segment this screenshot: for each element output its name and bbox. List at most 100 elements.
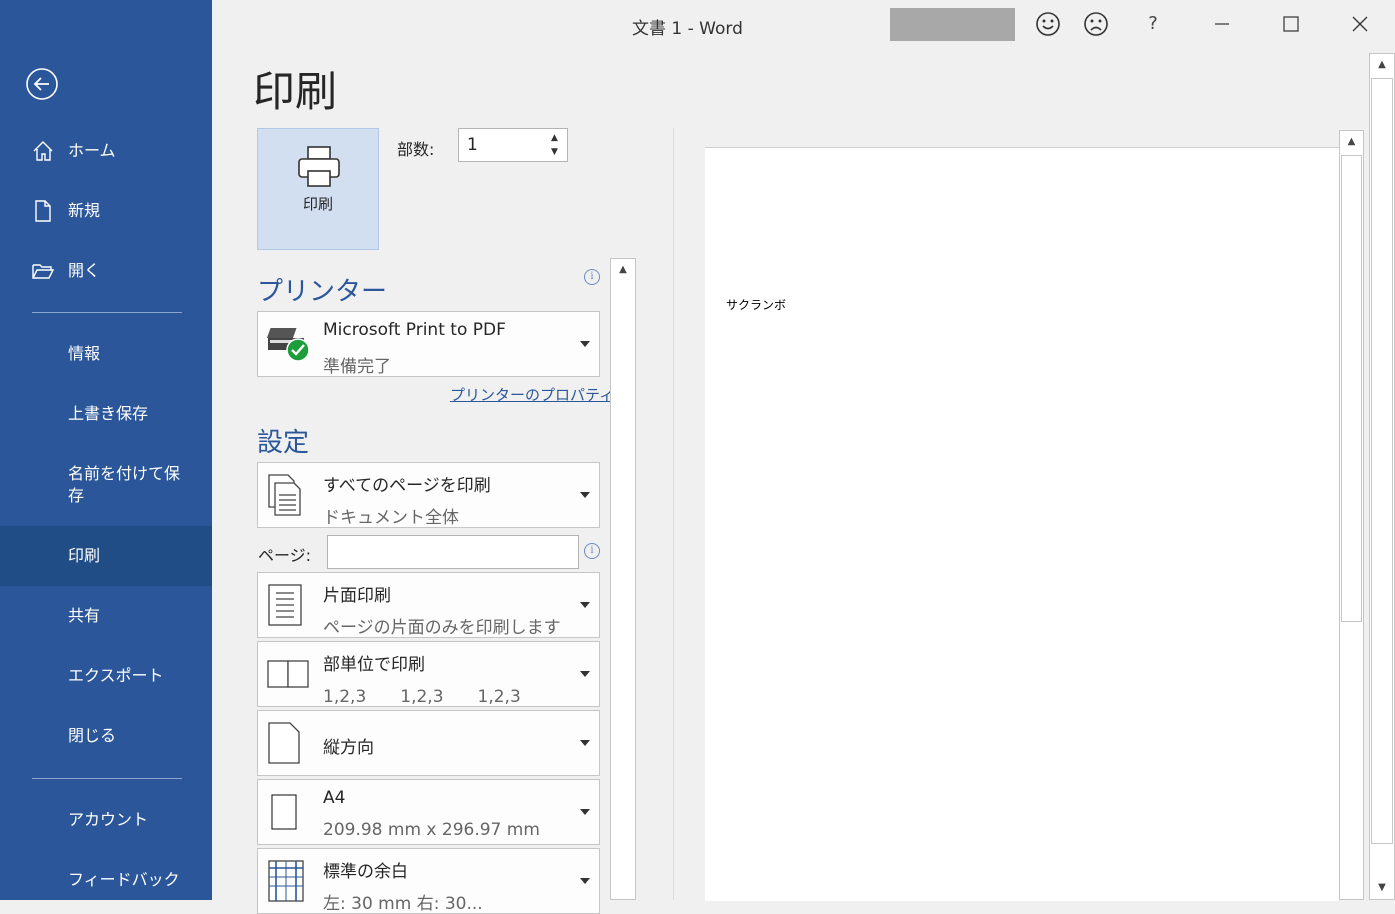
paper-size-dropdown[interactable]: A4 209.98 mm x 296.97 mm (257, 779, 600, 845)
sides-dropdown[interactable]: 片面印刷 ページの片面のみを印刷します (257, 572, 600, 638)
nav-share[interactable]: 共有 (0, 592, 212, 640)
nav-label: 情報 (68, 344, 101, 363)
nav-feedback[interactable]: フィードバック (0, 856, 212, 904)
nav-label: 開く (68, 261, 101, 280)
frown-icon[interactable] (1082, 10, 1110, 38)
copies-input[interactable]: 1 ▲ ▼ (458, 128, 568, 162)
nav-account[interactable]: アカウント (0, 796, 212, 844)
setting-title: 縦方向 (323, 738, 374, 758)
chevron-down-icon (580, 878, 590, 884)
page-title: 印刷 (253, 67, 338, 116)
printer-dropdown[interactable]: Microsoft Print to PDF 準備完了 (257, 311, 600, 377)
print-button[interactable]: 印刷 (257, 128, 379, 250)
chevron-down-icon (580, 341, 590, 347)
open-folder-icon (32, 264, 54, 279)
scroll-up-icon[interactable]: ▲ (611, 259, 635, 281)
setting-subtitle: 左: 30 mm 右: 30... (323, 894, 483, 914)
print-button-label: 印刷 (302, 195, 333, 213)
preview-text: サクランボ (726, 298, 787, 312)
scroll-up-icon[interactable]: ▲ (1340, 131, 1363, 153)
pages-input[interactable] (327, 535, 579, 569)
setting-subtitle: ドキュメント全体 (323, 508, 459, 528)
print-range-dropdown[interactable]: すべてのページを印刷 ドキュメント全体 (257, 462, 600, 528)
help-icon[interactable]: ? (1139, 10, 1167, 38)
new-document-icon (35, 200, 51, 222)
backstage-sidebar: ホーム 新規 開く 情報 上書き保存 名前を付けて保存 印刷 共有 エクスポート… (0, 0, 212, 900)
scroll-up-icon[interactable]: ▲ (1370, 54, 1394, 76)
printer-ready-icon (266, 328, 310, 362)
maximize-icon[interactable] (1277, 10, 1305, 38)
setting-subtitle: 209.98 mm x 296.97 mm (323, 820, 540, 840)
nav-open[interactable]: 開く (0, 247, 212, 295)
info-icon[interactable]: i (584, 543, 600, 559)
close-icon[interactable] (1346, 10, 1374, 38)
smile-icon[interactable] (1034, 10, 1062, 38)
info-icon[interactable]: i (584, 269, 600, 285)
printer-status: 準備完了 (323, 357, 391, 377)
printer-name: Microsoft Print to PDF (323, 320, 506, 340)
setting-title: 片面印刷 (323, 586, 391, 606)
printer-section-heading: プリンター (257, 277, 388, 307)
margins-dropdown[interactable]: 標準の余白 左: 30 mm 右: 30... (257, 848, 600, 914)
settings-scrollbar[interactable]: ▲ (610, 258, 636, 900)
nav-save[interactable]: 上書き保存 (0, 390, 212, 438)
scroll-thumb[interactable] (1341, 155, 1362, 622)
nav-label: 新規 (68, 201, 101, 220)
one-sided-icon (268, 584, 302, 626)
panel-divider (673, 128, 674, 900)
nav-label: エクスポート (68, 666, 164, 685)
setting-title: 標準の余白 (323, 862, 408, 882)
scroll-thumb[interactable] (1371, 78, 1393, 844)
printer-icon (298, 146, 340, 187)
spin-up-icon[interactable]: ▲ (551, 133, 563, 143)
chevron-down-icon (580, 671, 590, 677)
back-arrow-icon[interactable] (26, 68, 58, 100)
margins-icon (268, 860, 304, 902)
nav-home[interactable]: ホーム (0, 127, 212, 175)
setting-title: すべてのページを印刷 (323, 476, 491, 496)
orientation-dropdown[interactable]: 縦方向 (257, 710, 600, 776)
setting-subtitle: ページの片面のみを印刷します (323, 618, 561, 638)
settings-section-heading: 設定 (257, 428, 310, 458)
nav-label: 共有 (68, 606, 101, 625)
scroll-down-icon[interactable]: ▼ (1370, 877, 1394, 899)
paper-size-icon (271, 794, 297, 830)
setting-subtitle: 1,2,3 1,2,3 1,2,3 (323, 687, 521, 707)
printer-properties-link[interactable]: プリンターのプロパティ (450, 384, 614, 405)
home-icon (33, 141, 53, 161)
document-pages-icon (268, 474, 301, 516)
setting-title: A4 (323, 788, 346, 808)
sidebar-divider (32, 778, 182, 779)
nav-label: 上書き保存 (68, 404, 149, 423)
preview-scrollbar[interactable]: ▲ (1339, 130, 1364, 900)
pages-label: ページ: (258, 546, 312, 565)
window-scrollbar[interactable]: ▲ ▼ (1369, 53, 1395, 900)
copies-value: 1 (467, 135, 478, 155)
nav-print[interactable]: 印刷 (0, 526, 212, 586)
spin-down-icon[interactable]: ▼ (551, 147, 563, 157)
title-bar: 文書 1 - Word ? (212, 0, 1395, 52)
nav-label: フィードバック (68, 870, 180, 889)
user-account-area[interactable] (890, 8, 1015, 41)
nav-save-as[interactable]: 名前を付けて保存 (0, 455, 212, 515)
chevron-down-icon (580, 602, 590, 608)
nav-info[interactable]: 情報 (0, 330, 212, 378)
chevron-down-icon (580, 492, 590, 498)
portrait-icon (268, 722, 300, 764)
copies-label: 部数: (397, 140, 435, 159)
nav-label: 印刷 (68, 546, 101, 565)
collated-icon (267, 660, 309, 688)
chevron-down-icon (580, 740, 590, 746)
chevron-down-icon (580, 809, 590, 815)
sidebar-divider (32, 312, 182, 313)
collation-dropdown[interactable]: 部単位で印刷 1,2,3 1,2,3 1,2,3 (257, 641, 600, 707)
nav-new[interactable]: 新規 (0, 187, 212, 235)
minimize-icon[interactable] (1208, 10, 1236, 38)
window-title: 文書 1 - Word (632, 19, 743, 39)
nav-close[interactable]: 閉じる (0, 712, 212, 760)
setting-title: 部単位で印刷 (323, 655, 425, 675)
nav-label: アカウント (68, 810, 149, 829)
nav-export[interactable]: エクスポート (0, 652, 212, 700)
nav-label: ホーム (68, 141, 116, 160)
nav-label: 閉じる (68, 726, 117, 745)
